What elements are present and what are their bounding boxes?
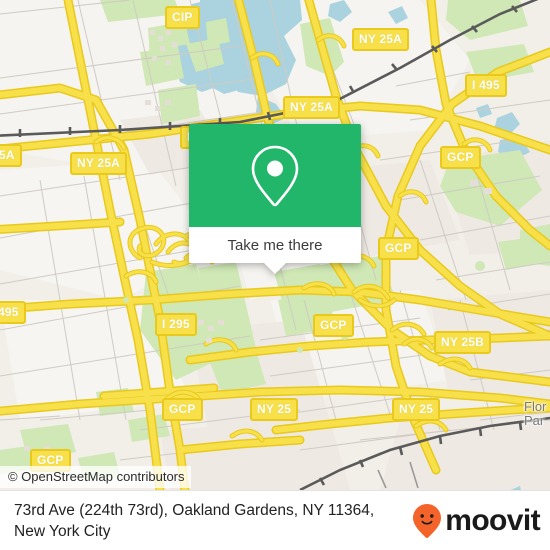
road-shield-ny25a-low[interactable]: NY 25A	[70, 152, 128, 175]
map-canvas[interactable]: CIP NY 25A I 495 NY 25A N 5A NY 25A GCP …	[0, 0, 550, 490]
moovit-logo[interactable]: moovit	[412, 503, 541, 539]
road-shield-gcp-mid[interactable]: GCP	[378, 237, 419, 260]
road-shield-gcp-lower[interactable]: GCP	[313, 314, 354, 337]
road-shield-ny25-right[interactable]: NY 25	[392, 398, 441, 421]
popup-footer[interactable]: Take me there	[189, 227, 361, 274]
place-label-floral-park: Flor Par	[524, 400, 546, 428]
road-shield-ny25b[interactable]: NY 25B	[434, 331, 492, 354]
road-shield-i495-left[interactable]: 495	[0, 301, 26, 324]
road-shield-ny25a-mid[interactable]: NY 25A	[283, 96, 341, 119]
address-line-2: New York City	[14, 522, 111, 540]
location-pin-icon	[251, 145, 299, 206]
moovit-pin-icon	[413, 503, 442, 538]
osm-attribution[interactable]: © OpenStreetMap contributors	[0, 466, 191, 488]
place-label-line2: Par	[524, 413, 545, 428]
footer-bar: 73rd Ave (224th 73rd), Oakland Gardens, …	[0, 490, 550, 550]
address-text: 73rd Ave (224th 73rd), Oakland Gardens, …	[14, 500, 406, 542]
road-shield-i495-top[interactable]: I 495	[465, 74, 507, 97]
road-shield-i295[interactable]: I 295	[155, 313, 197, 336]
place-label-line1: Flor	[524, 399, 547, 414]
take-me-there-label[interactable]: Take me there	[227, 237, 322, 254]
address-line-1: 73rd Ave (224th 73rd), Oakland Gardens, …	[14, 501, 375, 519]
road-shield-gcp-right[interactable]: GCP	[440, 146, 481, 169]
map-popup-card[interactable]: Take me there	[189, 124, 361, 274]
road-shield-ny25a-left[interactable]: 5A	[0, 144, 22, 167]
map-screenshot-root: CIP NY 25A I 495 NY 25A N 5A NY 25A GCP …	[0, 0, 550, 550]
moovit-wordmark: moovit	[445, 503, 540, 537]
popup-header	[189, 124, 361, 227]
road-shield-ny25-left[interactable]: NY 25	[250, 398, 299, 421]
road-shield-cip[interactable]: CIP	[165, 6, 200, 29]
road-shield-gcp-bottom[interactable]: GCP	[162, 398, 203, 421]
popup-pointer-tail	[264, 263, 286, 274]
road-shield-ny25a-top[interactable]: NY 25A	[352, 28, 410, 51]
